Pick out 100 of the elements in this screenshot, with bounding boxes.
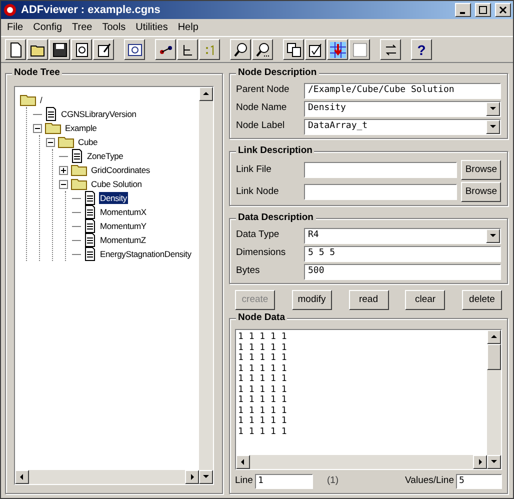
tree-node-label[interactable]: MomentumZ bbox=[99, 234, 147, 246]
tree-node-label[interactable]: EnergyStagnationDensity bbox=[99, 248, 192, 260]
maximize-button[interactable] bbox=[475, 3, 491, 17]
tree-node-label[interactable]: Cube Solution bbox=[90, 178, 143, 190]
collapse-icon[interactable] bbox=[46, 138, 55, 146]
scroll-left-button[interactable] bbox=[15, 470, 29, 484]
magnifier-dots-icon bbox=[254, 42, 270, 58]
toolbar-button[interactable] bbox=[349, 39, 370, 60]
menu-item[interactable]: Config bbox=[33, 20, 62, 35]
browse-button[interactable]: Browse bbox=[461, 160, 501, 180]
toolbar-button[interactable] bbox=[124, 39, 145, 60]
collapse-icon[interactable] bbox=[59, 180, 68, 188]
field-label: Data Type bbox=[236, 228, 280, 242]
field-label: Link Node bbox=[236, 184, 280, 199]
toolbar-button[interactable] bbox=[230, 39, 251, 60]
field-label: Link File bbox=[236, 162, 272, 177]
scroll-right-button[interactable] bbox=[185, 470, 199, 484]
tree-node-label[interactable]: / bbox=[39, 94, 44, 106]
text-field[interactable] bbox=[304, 162, 458, 178]
magnifier-icon bbox=[232, 42, 248, 58]
grid-arrow-icon bbox=[330, 42, 346, 58]
magnifier-list-icon bbox=[126, 42, 142, 58]
field-label: Dimensions bbox=[236, 246, 287, 260]
line-label: Line bbox=[235, 474, 253, 488]
action-button[interactable]: clear bbox=[405, 290, 446, 310]
data-line: 1 1 1 1 1 bbox=[238, 353, 288, 364]
toolbar-button[interactable] bbox=[327, 39, 348, 60]
data-text-area[interactable]: 1 1 1 1 1 1 1 1 1 1 1 1 1 1 1 1 1 1 1 1 1 1 1 1 1 1 1 1 1 1 1 1 1 1 1 1 1 1 1 1 1 1 1 1 1 1 1 1 1 1 bbox=[235, 329, 502, 470]
scroll-left-button[interactable] bbox=[236, 455, 250, 469]
dropdown[interactable]: R4 bbox=[304, 228, 501, 244]
toolbar-button[interactable] bbox=[71, 39, 92, 60]
action-button[interactable]: modify bbox=[292, 290, 332, 310]
folder-icon bbox=[58, 136, 74, 148]
expand-icon[interactable] bbox=[59, 166, 68, 174]
scroll-thumb[interactable] bbox=[487, 344, 501, 370]
checkbox-icon bbox=[308, 42, 324, 58]
tree-node-label[interactable]: GridCoordinates bbox=[90, 164, 151, 176]
values-per-line-field[interactable]: 5 bbox=[456, 474, 502, 488]
close-button[interactable] bbox=[495, 3, 511, 17]
text-field[interactable]: 500 bbox=[304, 264, 501, 280]
toolbar-button[interactable] bbox=[49, 39, 70, 60]
horizontal-scrollbar[interactable] bbox=[15, 470, 199, 484]
document-icon bbox=[84, 205, 96, 219]
toolbar-button[interactable] bbox=[199, 39, 220, 60]
toolbar-button[interactable] bbox=[380, 39, 401, 60]
collapse-icon[interactable] bbox=[33, 124, 42, 132]
toolbar-button[interactable] bbox=[305, 39, 326, 60]
toolbar-button[interactable] bbox=[177, 39, 198, 60]
scroll-up-button[interactable] bbox=[487, 330, 501, 344]
action-button[interactable]: read bbox=[348, 290, 388, 310]
dropdown[interactable]: Density bbox=[304, 100, 501, 116]
menu-item[interactable]: File bbox=[7, 20, 24, 35]
tree-node-label[interactable]: CGNSLibraryVersion bbox=[60, 108, 138, 120]
group-title: Node Description bbox=[236, 67, 319, 79]
toolbar-button[interactable] bbox=[283, 39, 304, 60]
tree-node-label[interactable]: Density bbox=[99, 192, 128, 204]
toolbar-button[interactable] bbox=[252, 39, 273, 60]
scroll-right-button[interactable] bbox=[473, 455, 487, 469]
tree-node-label[interactable]: Cube bbox=[77, 136, 99, 148]
menu-item[interactable]: Help bbox=[178, 20, 198, 35]
scroll-down-button[interactable] bbox=[199, 470, 213, 484]
folder-icon bbox=[71, 178, 87, 190]
toolbar-button[interactable] bbox=[5, 39, 26, 60]
field-label: Node Label bbox=[236, 119, 286, 134]
text-field[interactable]: /Example/Cube/Cube Solution bbox=[304, 82, 501, 98]
question-mark: ? bbox=[417, 42, 426, 56]
toolbar-button[interactable] bbox=[155, 39, 176, 60]
menu-item[interactable]: Tools bbox=[102, 20, 126, 35]
horizontal-scrollbar[interactable] bbox=[236, 455, 487, 469]
line-count: (1) bbox=[326, 474, 339, 488]
vertical-scrollbar[interactable] bbox=[199, 87, 213, 470]
tree-node-label[interactable]: MomentumY bbox=[99, 220, 148, 232]
group-title: Data Description bbox=[236, 212, 316, 224]
menu-item[interactable]: Tree bbox=[72, 20, 92, 35]
toolbar-button[interactable] bbox=[93, 39, 114, 60]
document-icon bbox=[84, 219, 96, 233]
page-arrows-icon bbox=[74, 42, 90, 58]
dropdown[interactable]: DataArray_t bbox=[304, 118, 501, 134]
tree-node-label[interactable]: MomentumX bbox=[99, 206, 148, 218]
document-icon bbox=[84, 191, 96, 205]
vertical-scrollbar[interactable] bbox=[487, 330, 501, 455]
tree-node-label[interactable]: ZoneType bbox=[86, 150, 124, 162]
line-field[interactable]: 1 bbox=[254, 474, 313, 488]
data-line: 1 1 1 1 1 bbox=[238, 384, 288, 395]
text-field[interactable] bbox=[304, 184, 458, 200]
field-label: Node Name bbox=[236, 101, 288, 116]
browse-button[interactable]: Browse bbox=[461, 182, 501, 202]
document-icon bbox=[71, 149, 83, 163]
tree-node-label[interactable]: Example bbox=[64, 122, 98, 134]
folder-icon bbox=[20, 94, 36, 106]
action-button[interactable]: delete bbox=[462, 290, 502, 310]
minimize-button[interactable] bbox=[455, 3, 471, 17]
scroll-down-button[interactable] bbox=[487, 455, 501, 469]
menu-item[interactable]: Utilities bbox=[136, 20, 168, 35]
app-logo-icon bbox=[3, 3, 17, 17]
toolbar-button[interactable] bbox=[27, 39, 48, 60]
toolbar-button[interactable]: ? bbox=[411, 39, 432, 60]
text-field[interactable]: 5 5 5 bbox=[304, 246, 501, 262]
scroll-up-button[interactable] bbox=[199, 87, 213, 101]
field-label: Parent Node bbox=[236, 83, 290, 98]
